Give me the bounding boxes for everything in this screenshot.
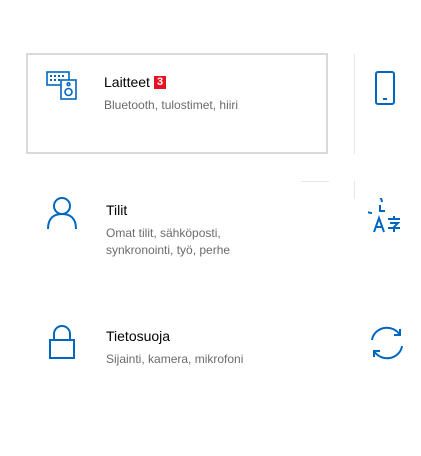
tile-phone[interactable] (360, 60, 421, 150)
notification-badge: 3 (153, 76, 167, 89)
tile-title: Tilit (106, 202, 128, 218)
tile-description: Bluetooth, tulostimet, hiiri (104, 98, 239, 112)
keyboard-speaker-icon (46, 70, 80, 105)
tile-accounts[interactable]: Tilit Omat tilit, sähköposti, synkronoin… (26, 182, 328, 282)
tile-description: Sijainti, kamera, mikrofoni (106, 352, 244, 366)
phone-icon (374, 70, 396, 111)
tile-title: Laitteet 3 (104, 74, 167, 90)
tile-description: Omat tilit, sähköposti, synkronointi, ty… (106, 226, 231, 257)
tile-phone-frame (354, 54, 355, 154)
divider (354, 181, 355, 199)
tile-privacy[interactable]: Tietosuoja Sijainti, kamera, mikrofoni (26, 310, 328, 400)
lock-icon (48, 324, 76, 365)
person-icon (46, 196, 78, 235)
sync-icon (367, 325, 407, 366)
tile-title-text: Laitteet (104, 74, 150, 90)
time-language-icon (361, 192, 402, 239)
tile-time-language[interactable] (360, 190, 421, 280)
tile-devices[interactable]: Laitteet 3 Bluetooth, tulostimet, hiiri (26, 53, 328, 154)
tile-title: Tietosuoja (106, 328, 171, 344)
tile-update[interactable] (360, 315, 421, 395)
